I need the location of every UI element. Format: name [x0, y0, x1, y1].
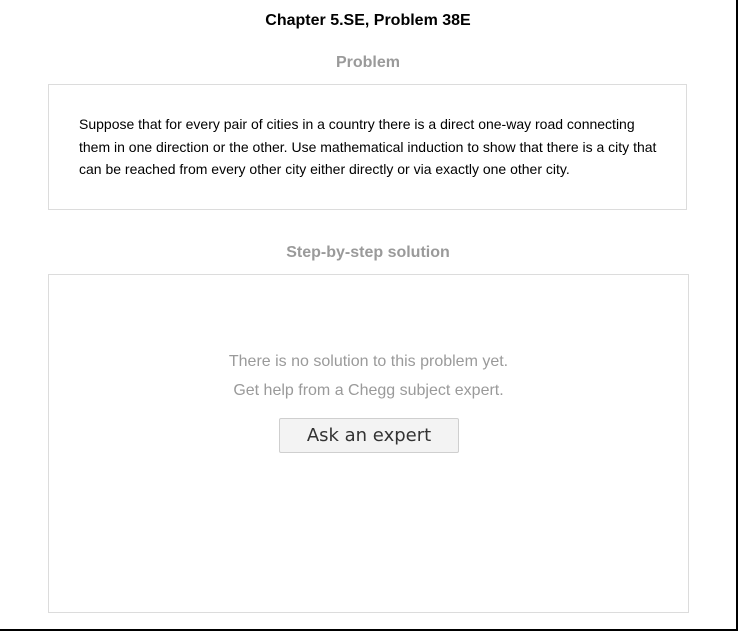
- solution-box: There is no solution to this problem yet…: [48, 274, 689, 613]
- expert-help-message: Get help from a Chegg subject expert.: [233, 382, 504, 399]
- solution-heading: Step-by-step solution: [286, 244, 450, 261]
- problem-text: Suppose that for every pair of cities in…: [79, 116, 657, 177]
- problem-box: Suppose that for every pair of cities in…: [48, 84, 687, 210]
- no-solution-message: There is no solution to this problem yet…: [228, 353, 509, 370]
- ask-an-expert-button[interactable]: Ask an expert: [279, 418, 459, 453]
- chapter-title: Chapter 5.SE, Problem 38E: [265, 12, 471, 29]
- problem-heading: Problem: [335, 54, 400, 71]
- page-frame: Chapter 5.SE, Problem 38E Problem Suppos…: [0, 0, 738, 631]
